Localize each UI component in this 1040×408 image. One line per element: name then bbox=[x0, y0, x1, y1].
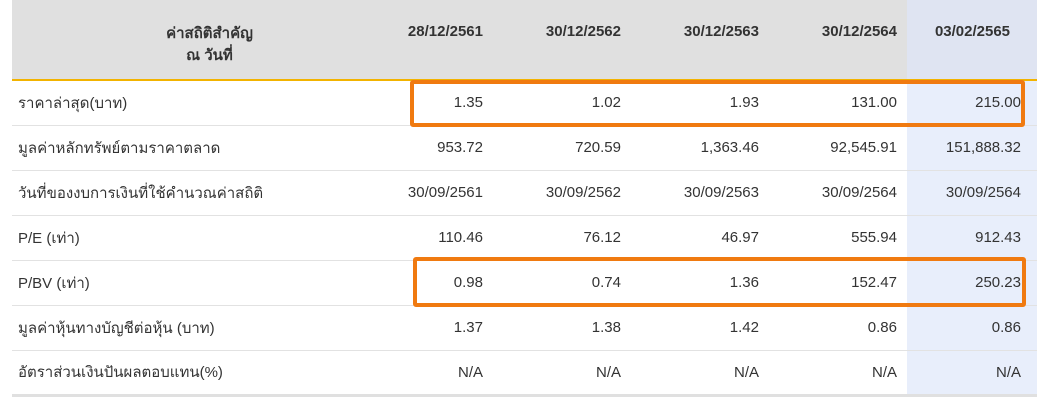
value-cell: 720.59 bbox=[493, 125, 631, 171]
value-cell: 46.97 bbox=[631, 215, 769, 261]
date-column-header: 28/12/2561 bbox=[406, 0, 493, 81]
row-label: อัตราส่วนเงินปันผลตอบแทน(%) bbox=[12, 350, 406, 397]
value-cell-latest: 912.43 bbox=[907, 215, 1037, 261]
value-cell: 555.94 bbox=[769, 215, 907, 261]
value-cell: 30/09/2564 bbox=[769, 170, 907, 216]
table-row-market-cap: มูลค่าหลักทรัพย์ตามราคาตลาด 953.72 720.5… bbox=[12, 125, 1037, 171]
value-cell: N/A bbox=[769, 350, 907, 397]
value-cell: 1.37 bbox=[406, 305, 493, 351]
value-cell: 1.38 bbox=[493, 305, 631, 351]
value-cell: 1.42 bbox=[631, 305, 769, 351]
key-statistics-table: ค่าสถิติสำคัญ ณ วันที่ 28/12/2561 30/12/… bbox=[12, 0, 1037, 397]
value-cell: 1.35 bbox=[406, 80, 493, 126]
table-row-pe: P/E (เท่า) 110.46 76.12 46.97 555.94 912… bbox=[12, 215, 1037, 261]
value-cell: N/A bbox=[631, 350, 769, 397]
date-column-header-latest: 03/02/2565 bbox=[907, 0, 1037, 81]
table-row-pbv: P/BV (เท่า) 0.98 0.74 1.36 152.47 250.23 bbox=[12, 260, 1037, 306]
value-cell: 1.93 bbox=[631, 80, 769, 126]
table-body: ราคาล่าสุด(บาท) 1.35 1.02 1.93 131.00 21… bbox=[12, 80, 1037, 397]
header-label-cell: ค่าสถิติสำคัญ ณ วันที่ bbox=[12, 0, 406, 81]
value-cell: 1.02 bbox=[493, 80, 631, 126]
table-header: ค่าสถิติสำคัญ ณ วันที่ 28/12/2561 30/12/… bbox=[12, 0, 1037, 81]
value-cell: 92,545.91 bbox=[769, 125, 907, 171]
table-row-dividend-yield: อัตราส่วนเงินปันผลตอบแทน(%) N/A N/A N/A … bbox=[12, 350, 1037, 397]
value-cell: 953.72 bbox=[406, 125, 493, 171]
date-column-header: 30/12/2563 bbox=[631, 0, 769, 81]
value-cell: 30/09/2563 bbox=[631, 170, 769, 216]
header-label-line1: ค่าสถิติสำคัญ bbox=[166, 25, 253, 42]
value-cell-latest: 215.00 bbox=[907, 80, 1037, 126]
row-label: มูลค่าหลักทรัพย์ตามราคาตลาด bbox=[12, 125, 406, 171]
value-cell: 30/09/2561 bbox=[406, 170, 493, 216]
table-row-statement-date: วันที่ของงบการเงินที่ใช้คำนวณค่าสถิติ 30… bbox=[12, 170, 1037, 216]
date-column-header: 30/12/2564 bbox=[769, 0, 907, 81]
value-cell: 131.00 bbox=[769, 80, 907, 126]
header-label-line2: ณ วันที่ bbox=[186, 47, 233, 64]
value-cell: 0.74 bbox=[493, 260, 631, 306]
value-cell: 1.36 bbox=[631, 260, 769, 306]
row-label: P/E (เท่า) bbox=[12, 215, 406, 261]
row-label: ราคาล่าสุด(บาท) bbox=[12, 80, 406, 126]
value-cell-latest: N/A bbox=[907, 350, 1037, 397]
value-cell: 110.46 bbox=[406, 215, 493, 261]
row-label: มูลค่าหุ้นทางบัญชีต่อหุ้น (บาท) bbox=[12, 305, 406, 351]
table-row-book-value: มูลค่าหุ้นทางบัญชีต่อหุ้น (บาท) 1.37 1.3… bbox=[12, 305, 1037, 351]
value-cell-latest: 151,888.32 bbox=[907, 125, 1037, 171]
value-cell: 152.47 bbox=[769, 260, 907, 306]
table-row-last-price: ราคาล่าสุด(บาท) 1.35 1.02 1.93 131.00 21… bbox=[12, 80, 1037, 126]
value-cell-latest: 0.86 bbox=[907, 305, 1037, 351]
value-cell-latest: 250.23 bbox=[907, 260, 1037, 306]
value-cell: N/A bbox=[406, 350, 493, 397]
row-label: วันที่ของงบการเงินที่ใช้คำนวณค่าสถิติ bbox=[12, 170, 406, 216]
header-row: ค่าสถิติสำคัญ ณ วันที่ 28/12/2561 30/12/… bbox=[12, 0, 1037, 81]
value-cell: 76.12 bbox=[493, 215, 631, 261]
value-cell-latest: 30/09/2564 bbox=[907, 170, 1037, 216]
value-cell: N/A bbox=[493, 350, 631, 397]
row-label: P/BV (เท่า) bbox=[12, 260, 406, 306]
value-cell: 0.86 bbox=[769, 305, 907, 351]
value-cell: 0.98 bbox=[406, 260, 493, 306]
value-cell: 30/09/2562 bbox=[493, 170, 631, 216]
value-cell: 1,363.46 bbox=[631, 125, 769, 171]
date-column-header: 30/12/2562 bbox=[493, 0, 631, 81]
